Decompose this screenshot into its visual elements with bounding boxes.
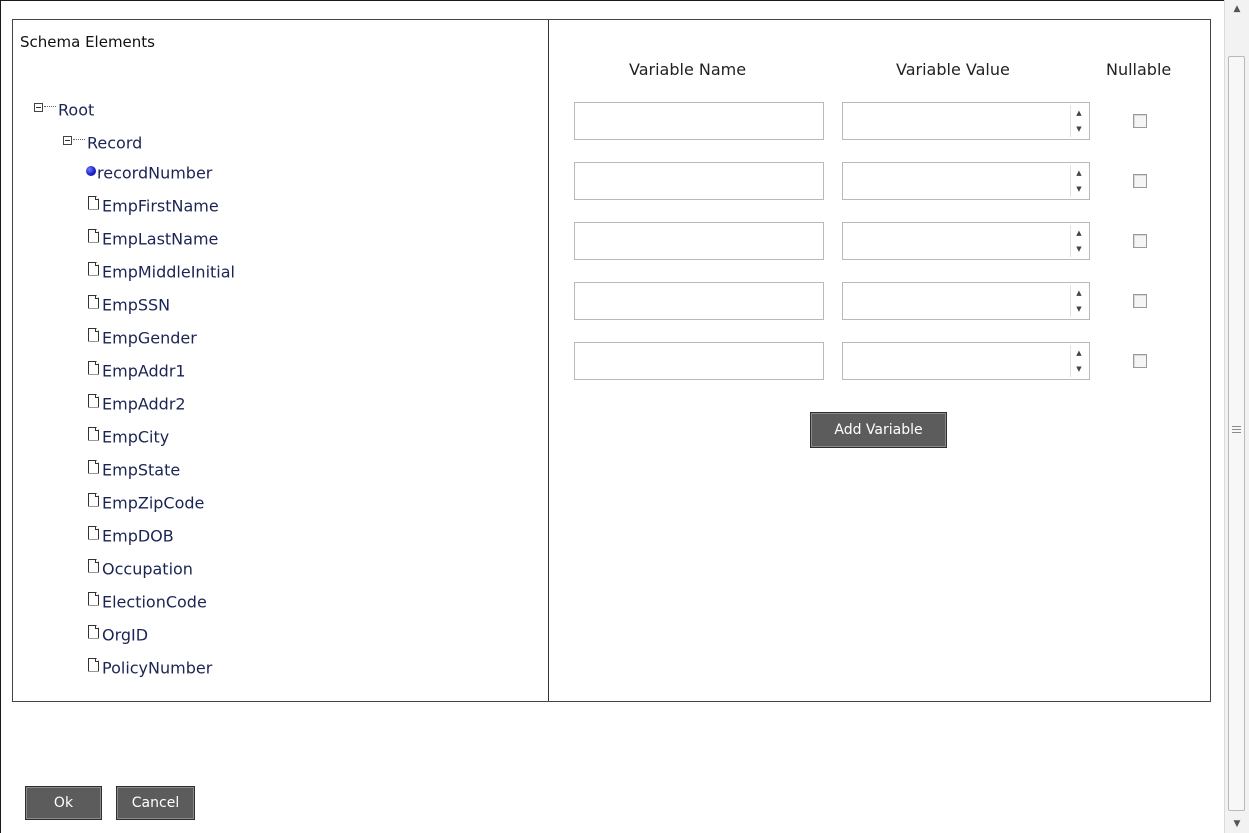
header-nullable: Nullable [1106, 60, 1172, 79]
tree-node-leaf[interactable]: ElectionCode [88, 591, 207, 613]
spinner-buttons[interactable]: ▲ ▼ [1070, 285, 1087, 317]
tree-node-record[interactable]: Record [63, 133, 142, 154]
variable-value-spinner[interactable]: ▲ ▼ [842, 222, 1090, 260]
spin-up-icon[interactable]: ▲ [1071, 345, 1087, 361]
tree-node-label: OrgID [102, 625, 149, 645]
tree-node-label: EmpLastName [102, 229, 219, 249]
tree-node-recordnumber[interactable]: recordNumber [86, 163, 212, 184]
document-icon [88, 294, 99, 309]
spin-up-icon[interactable]: ▲ [1071, 225, 1087, 241]
tree-node-label: EmpState [102, 460, 181, 480]
document-icon [88, 525, 99, 540]
tree-node-leaf[interactable]: Occupation [88, 558, 193, 580]
tree-connector [73, 139, 85, 140]
variable-name-input[interactable] [574, 102, 824, 140]
tree-node-label: Record [87, 133, 143, 153]
spinner-buttons[interactable]: ▲ ▼ [1070, 345, 1087, 377]
spin-down-icon[interactable]: ▼ [1071, 181, 1087, 197]
tree-node-leaf[interactable]: PolicyNumber [88, 657, 213, 679]
attribute-ball-icon [86, 165, 96, 176]
document-icon [88, 195, 99, 210]
cancel-button[interactable]: Cancel [116, 786, 195, 820]
variable-name-input[interactable] [574, 282, 824, 320]
spinner-buttons[interactable]: ▲ ▼ [1070, 225, 1087, 257]
tree-node-label: PolicyNumber [102, 658, 213, 678]
tree-node-label: EmpCity [102, 427, 170, 447]
header-variable-value: Variable Value [896, 60, 1010, 79]
variable-value-spinner[interactable]: ▲ ▼ [842, 102, 1090, 140]
tree-node-leaf[interactable]: EmpFirstName [88, 195, 219, 217]
variable-name-input[interactable] [574, 162, 824, 200]
document-icon [88, 459, 99, 474]
nullable-checkbox[interactable] [1133, 174, 1147, 188]
variable-name-input[interactable] [574, 222, 824, 260]
tree-node-label: EmpAddr2 [102, 394, 186, 414]
nullable-checkbox[interactable] [1133, 234, 1147, 248]
collapse-icon[interactable] [34, 103, 43, 112]
document-icon [88, 228, 99, 243]
tree-node-label: Root [58, 100, 95, 120]
tree-node-leaf[interactable]: EmpAddr1 [88, 360, 186, 382]
tree-node-leaf[interactable]: EmpZipCode [88, 492, 205, 514]
tree-node-label: EmpFirstName [102, 196, 219, 216]
tree-node-root[interactable]: Root [34, 100, 94, 121]
spin-down-icon[interactable]: ▼ [1071, 301, 1087, 317]
tree-node-label: recordNumber [97, 163, 213, 183]
document-icon [88, 393, 99, 408]
scrollbar-thumb[interactable] [1228, 56, 1245, 811]
nullable-checkbox[interactable] [1133, 114, 1147, 128]
panel-divider [548, 20, 549, 701]
tree-node-leaf[interactable]: OrgID [88, 624, 149, 646]
collapse-icon[interactable] [63, 136, 72, 145]
spin-down-icon[interactable]: ▼ [1071, 361, 1087, 377]
schema-elements-title: Schema Elements [20, 33, 155, 51]
tree-node-label: EmpAddr1 [102, 361, 186, 381]
tree-connector [44, 106, 56, 107]
spin-up-icon[interactable]: ▲ [1071, 165, 1087, 181]
tree-node-leaf[interactable]: EmpSSN [88, 294, 171, 316]
scrollbar-grip-icon [1232, 424, 1241, 434]
document-icon [88, 261, 99, 276]
variable-value-spinner[interactable]: ▲ ▼ [842, 342, 1090, 380]
spin-down-icon[interactable]: ▼ [1071, 121, 1087, 137]
variable-value-spinner[interactable]: ▲ ▼ [842, 282, 1090, 320]
add-variable-button[interactable]: Add Variable [810, 412, 947, 448]
variable-value-spinner[interactable]: ▲ ▼ [842, 162, 1090, 200]
scroll-up-arrow-icon[interactable]: ▲ [1225, 0, 1249, 18]
document-icon [88, 624, 99, 639]
ok-button[interactable]: Ok [25, 786, 102, 820]
document-icon [88, 591, 99, 606]
tree-node-leaf[interactable]: EmpState [88, 459, 181, 481]
tree-node-label: EmpSSN [102, 295, 171, 315]
vertical-scrollbar[interactable]: ▲ ▼ [1224, 0, 1249, 833]
document-icon [88, 327, 99, 342]
spin-up-icon[interactable]: ▲ [1071, 105, 1087, 121]
header-variable-name: Variable Name [629, 60, 747, 79]
tree-node-leaf[interactable]: EmpGender [88, 327, 197, 349]
spinner-buttons[interactable]: ▲ ▼ [1070, 105, 1087, 137]
tree-node-leaf[interactable]: EmpDOB [88, 525, 174, 547]
scroll-down-arrow-icon[interactable]: ▼ [1225, 815, 1249, 833]
nullable-checkbox[interactable] [1133, 294, 1147, 308]
tree-node-leaf[interactable]: EmpMiddleInitial [88, 261, 235, 283]
tree-node-leaf[interactable]: EmpCity [88, 426, 170, 448]
spin-up-icon[interactable]: ▲ [1071, 285, 1087, 301]
document-icon [88, 492, 99, 507]
tree-node-leaf[interactable]: EmpAddr2 [88, 393, 186, 415]
tree-node-label: EmpMiddleInitial [102, 262, 235, 282]
variable-name-input[interactable] [574, 342, 824, 380]
document-icon [88, 657, 99, 672]
document-icon [88, 426, 99, 441]
spinner-buttons[interactable]: ▲ ▼ [1070, 165, 1087, 197]
document-icon [88, 360, 99, 375]
tree-node-label: ElectionCode [102, 592, 207, 612]
tree-node-label: EmpZipCode [102, 493, 205, 513]
document-icon [88, 558, 99, 573]
nullable-checkbox[interactable] [1133, 354, 1147, 368]
spin-down-icon[interactable]: ▼ [1071, 241, 1087, 257]
tree-node-label: Occupation [102, 559, 193, 579]
tree-node-leaf[interactable]: EmpLastName [88, 228, 219, 250]
tree-node-label: EmpDOB [102, 526, 174, 546]
tree-node-label: EmpGender [102, 328, 197, 348]
